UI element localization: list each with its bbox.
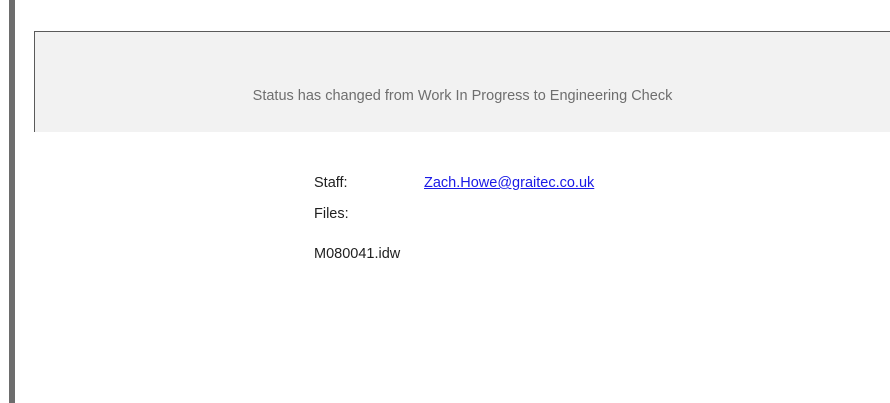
files-label: Files: [314, 206, 349, 222]
staff-label: Staff: [314, 175, 348, 191]
staff-email-link[interactable]: Zach.Howe@graitec.co.uk [424, 175, 594, 191]
status-banner: Status has changed from Work In Progress… [34, 31, 890, 132]
left-edge-bar [9, 0, 15, 403]
file-name: M080041.idw [314, 246, 401, 262]
status-message: Status has changed from Work In Progress… [252, 88, 673, 104]
email-body: Status has changed from Work In Progress… [0, 0, 890, 403]
